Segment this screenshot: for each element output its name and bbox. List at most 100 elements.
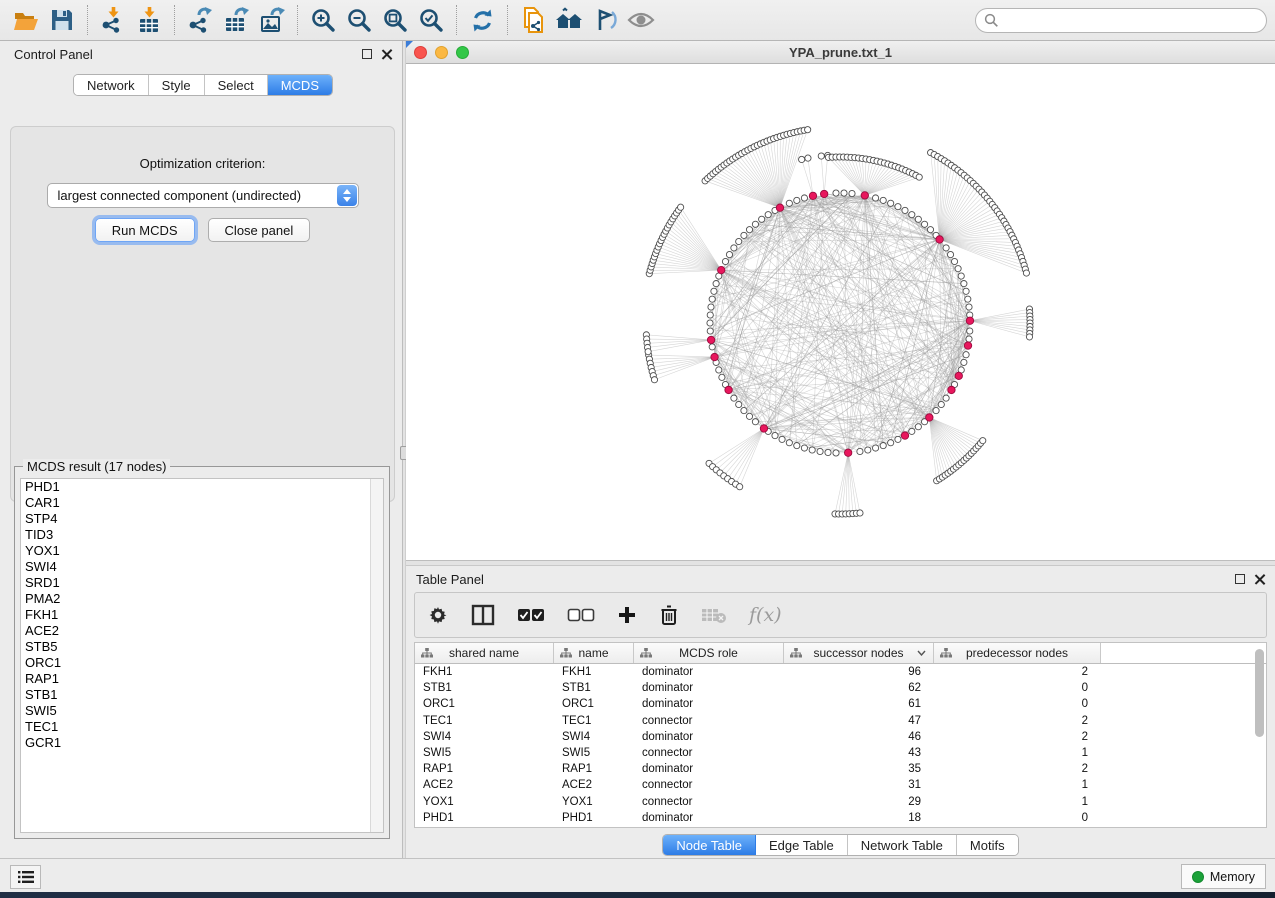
- tab-edge-table[interactable]: Edge Table: [756, 835, 848, 855]
- criterion-select[interactable]: largest connected component (undirected): [47, 183, 359, 208]
- cell-name: STB1: [554, 682, 634, 694]
- clone-network-icon[interactable]: [515, 3, 551, 37]
- zoom-in-icon[interactable]: [305, 3, 341, 37]
- table-row[interactable]: ORC1ORC1dominator610: [415, 696, 1266, 712]
- tab-mcds[interactable]: MCDS: [268, 75, 332, 95]
- cell-name: TEC1: [554, 715, 634, 727]
- show-hidden-eye-icon[interactable]: [623, 3, 659, 37]
- function-builder-icon[interactable]: f(x): [749, 604, 782, 626]
- float-window-icon[interactable]: [1235, 574, 1245, 584]
- mcds-list-scrollbar[interactable]: [370, 479, 383, 832]
- table-row[interactable]: YOX1YOX1connector291: [415, 794, 1266, 810]
- task-history-button[interactable]: [10, 865, 41, 889]
- table-row[interactable]: PHD1PHD1dominator180: [415, 810, 1266, 826]
- network-node: [818, 153, 824, 159]
- table-row[interactable]: ACE2ACE2connector311: [415, 777, 1266, 793]
- table-row[interactable]: SWI4SWI4dominator462: [415, 729, 1266, 745]
- mcds-result-list[interactable]: PHD1CAR1STP4TID3YOX1SWI4SRD1PMA2FKH1ACE2…: [20, 478, 384, 833]
- delete-column-trash-icon[interactable]: [659, 604, 679, 626]
- mcds-result-item[interactable]: PMA2: [21, 591, 383, 607]
- cell-successor-nodes: 43: [784, 747, 934, 759]
- column-header-name[interactable]: name: [554, 643, 634, 663]
- save-icon[interactable]: [44, 3, 80, 37]
- first-neighbors-icon[interactable]: [551, 3, 587, 37]
- mcds-result-item[interactable]: YOX1: [21, 543, 383, 559]
- tab-select[interactable]: Select: [205, 75, 268, 95]
- column-header-MCDS-role[interactable]: MCDS role: [634, 643, 784, 663]
- mcds-result-item[interactable]: TID3: [21, 527, 383, 543]
- network-graph-canvas[interactable]: [406, 64, 1275, 560]
- column-header-predecessor-nodes[interactable]: predecessor nodes: [934, 643, 1101, 663]
- cell-predecessor-nodes: 1: [934, 779, 1101, 791]
- mcds-result-item[interactable]: RAP1: [21, 671, 383, 687]
- import-network-icon[interactable]: [95, 3, 131, 37]
- export-table-icon[interactable]: [218, 3, 254, 37]
- tab-style[interactable]: Style: [149, 75, 205, 95]
- tab-node-table[interactable]: Node Table: [663, 835, 756, 855]
- mcds-result-item[interactable]: CAR1: [21, 495, 383, 511]
- mcds-result-item[interactable]: STB5: [21, 639, 383, 655]
- table-row[interactable]: SWI5SWI5connector431: [415, 745, 1266, 761]
- table-row[interactable]: RAP1RAP1dominator352: [415, 761, 1266, 777]
- maximize-window-icon[interactable]: [456, 46, 469, 59]
- minimize-window-icon[interactable]: [435, 46, 448, 59]
- open-file-icon[interactable]: [8, 3, 44, 37]
- network-node: [880, 443, 886, 449]
- split-columns-icon[interactable]: [471, 604, 495, 626]
- tab-network[interactable]: Network: [74, 75, 149, 95]
- import-table-icon[interactable]: [131, 3, 167, 37]
- mcds-result-item[interactable]: ACE2: [21, 623, 383, 639]
- network-node: [805, 155, 811, 161]
- network-node: [936, 236, 943, 243]
- add-column-icon[interactable]: [617, 605, 637, 625]
- network-node: [752, 419, 758, 425]
- mcds-result-item[interactable]: SRD1: [21, 575, 383, 591]
- close-panel-icon[interactable]: [1254, 574, 1265, 585]
- table-row[interactable]: FKH1FKH1dominator962: [415, 664, 1266, 680]
- export-image-icon[interactable]: [254, 3, 290, 37]
- select-all-checkboxes-icon[interactable]: [517, 608, 545, 622]
- mcds-result-item[interactable]: TEC1: [21, 719, 383, 735]
- deselect-all-checkboxes-icon[interactable]: [567, 608, 595, 622]
- hide-selected-icon[interactable]: [587, 3, 623, 37]
- network-node: [805, 127, 811, 133]
- float-window-icon[interactable]: [362, 49, 372, 59]
- table-scrollbar[interactable]: [1255, 649, 1264, 737]
- mcds-result-item[interactable]: ORC1: [21, 655, 383, 671]
- column-header-shared-name[interactable]: shared name: [415, 643, 554, 663]
- close-panel-icon[interactable]: [381, 49, 392, 60]
- network-node: [741, 232, 747, 238]
- column-header-successor-nodes[interactable]: successor nodes: [784, 643, 934, 663]
- table-panel: Table Panel: [406, 566, 1275, 858]
- toolbar-separator: [297, 5, 298, 35]
- mcds-result-item[interactable]: SWI4: [21, 559, 383, 575]
- zoom-fit-icon[interactable]: [377, 3, 413, 37]
- refresh-icon[interactable]: [464, 3, 500, 37]
- delete-table-icon[interactable]: [701, 606, 727, 624]
- mcds-result-item[interactable]: PHD1: [21, 479, 383, 495]
- table-row[interactable]: STB1STB1dominator620: [415, 680, 1266, 696]
- close-panel-button[interactable]: Close panel: [208, 218, 311, 242]
- mcds-result-item[interactable]: SWI5: [21, 703, 383, 719]
- network-node: [880, 197, 886, 203]
- zoom-selected-icon[interactable]: [413, 3, 449, 37]
- network-node: [752, 221, 758, 227]
- frame-resize-corner[interactable]: [406, 41, 413, 48]
- search-input[interactable]: [1004, 13, 1258, 27]
- mcds-result-group: MCDS result (17 nodes) PHD1CAR1STP4TID3Y…: [14, 466, 390, 839]
- mcds-result-item[interactable]: STB1: [21, 687, 383, 703]
- mcds-result-item[interactable]: GCR1: [21, 735, 383, 751]
- table-settings-gear-icon[interactable]: [427, 604, 449, 626]
- run-mcds-button[interactable]: Run MCDS: [95, 218, 195, 242]
- cell-name: FKH1: [554, 666, 634, 678]
- close-window-icon[interactable]: [414, 46, 427, 59]
- zoom-out-icon[interactable]: [341, 3, 377, 37]
- mcds-result-item[interactable]: FKH1: [21, 607, 383, 623]
- network-node: [958, 273, 964, 279]
- export-network-icon[interactable]: [182, 3, 218, 37]
- memory-button[interactable]: Memory: [1181, 864, 1266, 889]
- tab-motifs[interactable]: Motifs: [957, 835, 1018, 855]
- mcds-result-item[interactable]: STP4: [21, 511, 383, 527]
- table-row[interactable]: TEC1TEC1connector472: [415, 713, 1266, 729]
- tab-network-table[interactable]: Network Table: [848, 835, 957, 855]
